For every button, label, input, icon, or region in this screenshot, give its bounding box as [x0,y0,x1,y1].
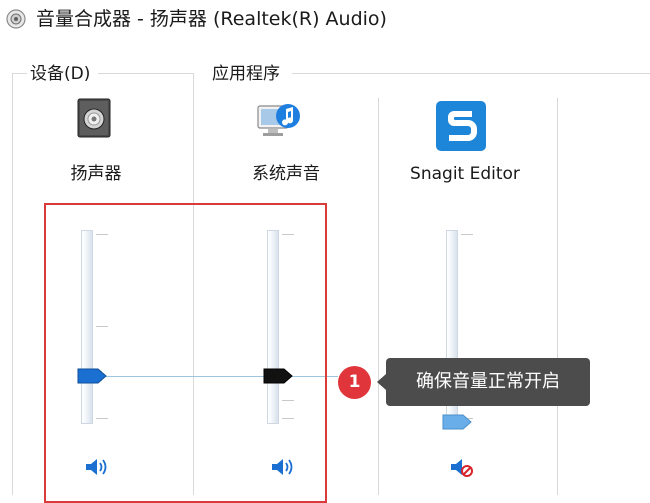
volume-slider-snagit[interactable] [442,414,472,430]
channel-name-speaker: 扬声器 [70,164,122,184]
system-sounds-icon [257,104,300,136]
snagit-logo-icon [436,101,486,151]
divider [12,73,13,495]
apps-section-label: 应用程序 [212,64,280,84]
divider [378,98,379,495]
window-title: 音量合成器 - 扬声器 (Realtek(R) Audio) [36,8,387,30]
title-bar: 音量合成器 - 扬声器 (Realtek(R) Audio) [0,0,650,40]
divider [557,98,558,495]
speaker-muted-icon[interactable] [449,456,475,478]
volume-tick [461,234,473,235]
tooltip-arrow [377,374,386,390]
channel-name-system-sounds: 系统声音 [252,164,320,184]
channel-name-snagit: Snagit Editor [410,164,520,184]
annotation-tooltip: 确保音量正常开启 [386,358,590,406]
speaker-device-icon [77,98,111,138]
step-badge: 1 [338,366,371,399]
divider [12,73,27,74]
divider [292,73,650,74]
divider [98,73,194,74]
speaker-volume-icon [6,9,26,29]
highlight-box [44,203,327,503]
device-section-label[interactable]: 设备(D) [30,63,90,85]
